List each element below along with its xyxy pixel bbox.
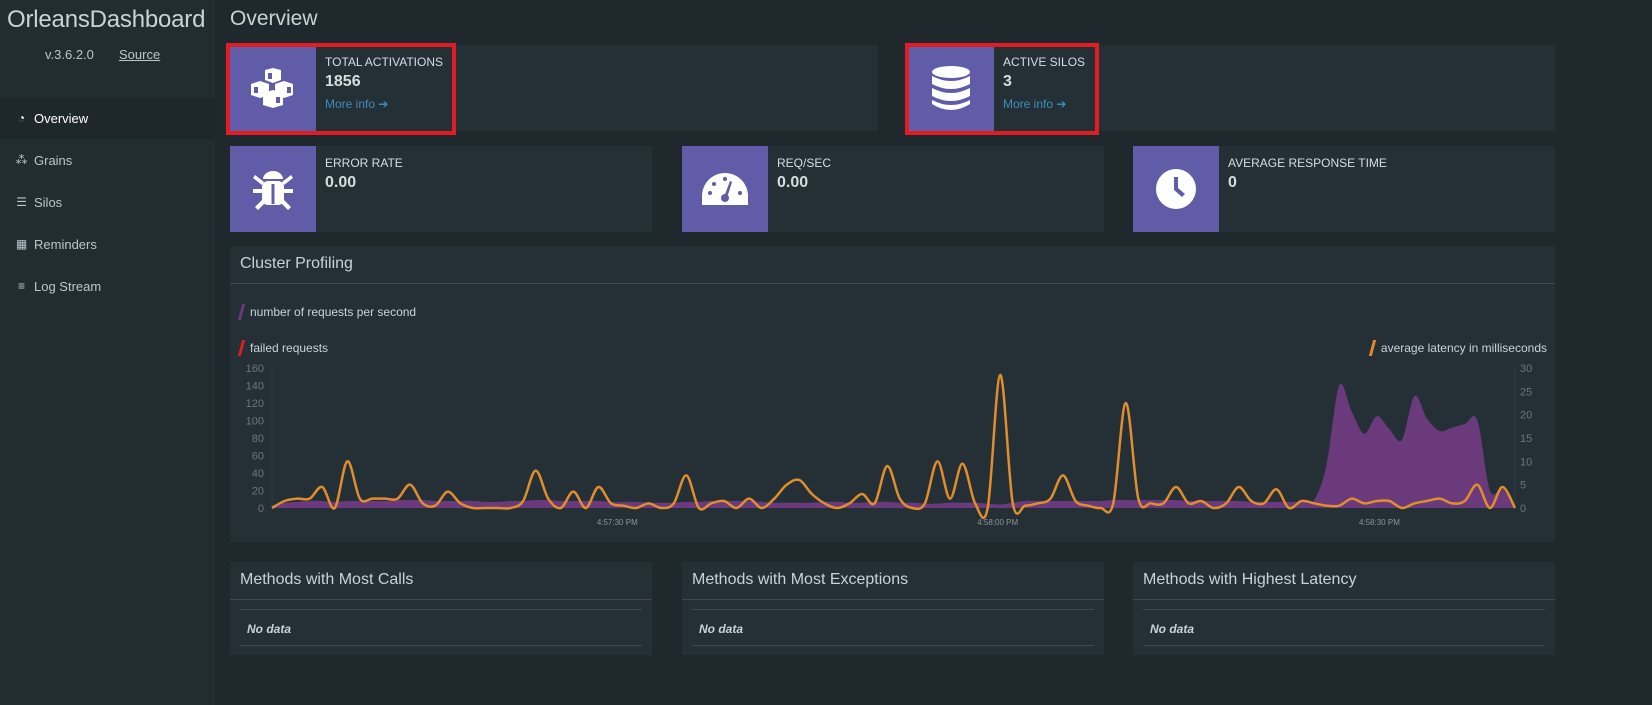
right-tick-label: 15: [1520, 433, 1532, 445]
no-data-label: No data: [1150, 622, 1195, 636]
sidebar-item-label: Log Stream: [34, 278, 102, 294]
sidebar-item-log-stream[interactable]: ≡ Log Stream: [0, 265, 215, 307]
stat-value: 0.00: [325, 174, 357, 191]
sidebar-item-grains[interactable]: ⁂ Grains: [0, 139, 215, 181]
left-tick-label: 160: [246, 363, 264, 375]
req-sec-box: REQ/SEC 0.00: [682, 146, 1104, 232]
divider: [692, 645, 1094, 646]
sidebar-item-overview[interactable]: ◔ Overview: [0, 97, 215, 139]
panel-title: Methods with Most Exceptions: [682, 562, 1104, 600]
no-data-label: No data: [247, 622, 292, 636]
left-tick-label: 60: [252, 451, 264, 463]
x-tick-label: 4:58:00 PM: [977, 518, 1018, 527]
tachometer-icon: [682, 146, 768, 232]
total-activations-box: TOTAL ACTIVATIONS 1856 More info ➔: [230, 45, 878, 131]
bug-icon: [230, 146, 316, 232]
left-tick-label: 80: [252, 433, 264, 445]
database-icon: [908, 45, 994, 131]
right-tick-label: 5: [1520, 480, 1526, 492]
stat-value: 0.00: [777, 174, 809, 191]
arrow-circle-right-icon: ➔: [1056, 97, 1067, 111]
more-info-link[interactable]: More info ➔: [325, 97, 388, 111]
avg-response-box: AVERAGE RESPONSE TIME 0: [1133, 146, 1555, 232]
source-link[interactable]: Source: [119, 47, 160, 62]
stat-label: TOTAL ACTIVATIONS: [325, 55, 444, 69]
stat-label: ACTIVE SILOS: [1003, 55, 1086, 69]
panel-title: Methods with Highest Latency: [1133, 562, 1555, 600]
stat-value: 1856: [325, 73, 361, 90]
sidebar-item-label: Grains: [34, 152, 73, 168]
x-tick-label: 4:58:30 PM: [1359, 518, 1400, 527]
divider: [692, 609, 1094, 610]
left-tick-label: 0: [258, 503, 264, 515]
divider: [1143, 609, 1545, 610]
cubes-icon: [230, 45, 316, 131]
dashboard-icon: ◔: [17, 111, 26, 125]
cluster-profiling-panel: Cluster Profiling number of requests per…: [230, 246, 1555, 542]
more-info-link[interactable]: More info ➔: [1003, 97, 1066, 111]
version-label: v.3.6.2.0: [45, 47, 94, 62]
x-tick-label: 4:57:30 PM: [597, 518, 638, 527]
stat-label: ERROR RATE: [325, 156, 403, 170]
right-tick-label: 30: [1520, 363, 1532, 375]
left-tick-label: 40: [252, 468, 264, 480]
calendar-icon: ▦: [15, 237, 28, 251]
more-info-label: More info: [1003, 97, 1054, 111]
stat-label: AVERAGE RESPONSE TIME: [1228, 156, 1387, 170]
sidebar-item-label: Silos: [34, 194, 63, 210]
left-tick-label: 100: [246, 416, 264, 428]
more-info-label: More info: [325, 97, 376, 111]
right-tick-label: 20: [1520, 410, 1532, 422]
requests-area: [272, 383, 1515, 508]
stat-value: 3: [1003, 73, 1012, 90]
stat-label: REQ/SEC: [777, 156, 832, 170]
stat-value: 0: [1228, 174, 1237, 191]
left-tick-label: 20: [252, 486, 264, 498]
left-tick-label: 120: [246, 398, 264, 410]
methods-most-calls-panel: Methods with Most Calls No data: [230, 562, 652, 655]
right-tick-label: 10: [1520, 456, 1532, 468]
right-tick-label: 25: [1520, 386, 1532, 398]
left-tick-label: 140: [246, 381, 264, 393]
clock-icon: [1133, 146, 1219, 232]
divider: [240, 645, 642, 646]
right-tick-label: 0: [1520, 503, 1526, 515]
panel-title: Methods with Most Calls: [230, 562, 652, 600]
sidebar-item-reminders[interactable]: ▦ Reminders: [0, 223, 215, 265]
divider: [1143, 645, 1545, 646]
sidebar-item-silos[interactable]: ☰ Silos: [0, 181, 215, 223]
cluster-chart: 0 20 40 60 80 100 120 140 160 0 5 10 15 20 25 30 4:57:30…: [246, 363, 1533, 527]
sidebar-nav: ◔ Overview ⁂ Grains ☰ Silos ▦ Reminders ≡ Log…: [0, 97, 215, 307]
sidebar: OrleansDashboard v.3.6.2.0 Source ◔ Overv…: [0, 0, 215, 705]
page-title: Overview: [230, 7, 318, 30]
methods-most-exceptions-panel: Methods with Most Exceptions No data: [682, 562, 1104, 655]
active-silos-box: ACTIVE SILOS 3 More info ➔: [908, 45, 1555, 131]
brand-title[interactable]: OrleansDashboard: [7, 6, 205, 34]
cubes-icon: ⁂: [15, 153, 28, 167]
methods-highest-latency-panel: Methods with Highest Latency No data: [1133, 562, 1555, 655]
divider: [240, 609, 642, 610]
error-rate-box: ERROR RATE 0.00: [230, 146, 652, 232]
bars-icon: ≡: [17, 279, 25, 293]
no-data-label: No data: [699, 622, 744, 636]
sidebar-item-label: Reminders: [34, 236, 97, 252]
sidebar-item-label: Overview: [34, 110, 89, 126]
arrow-circle-right-icon: ➔: [378, 97, 389, 111]
database-icon: ☰: [16, 195, 27, 209]
